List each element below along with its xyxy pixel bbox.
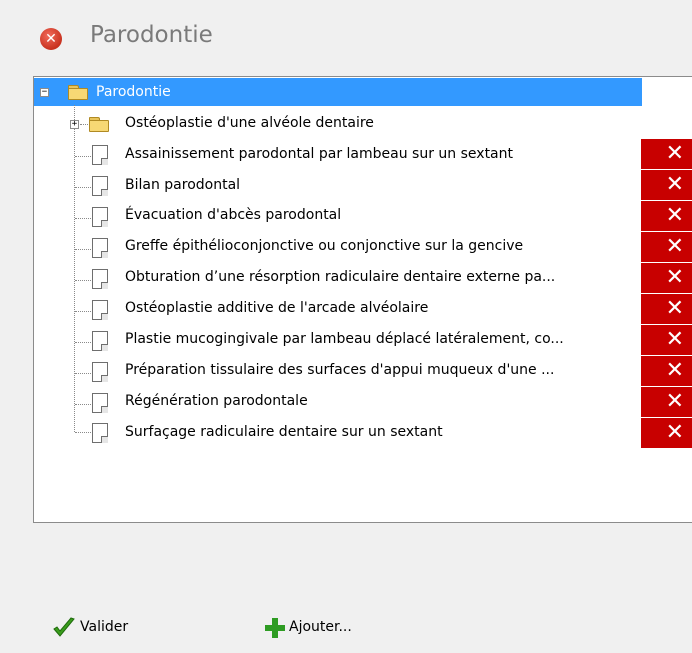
document-icon <box>92 269 108 289</box>
tree-connector-line <box>75 432 91 433</box>
tree-item-label[interactable]: Greffe épithélioconjonctive ou conjoncti… <box>125 238 523 254</box>
delete-icon[interactable]: ✕ <box>641 263 692 293</box>
folder-open-icon <box>68 85 88 100</box>
document-icon <box>92 362 108 382</box>
document-icon <box>92 145 108 165</box>
window-title: Parodontie <box>90 22 213 48</box>
tree-connector-line <box>75 280 91 281</box>
validate-label: Valider <box>80 619 129 635</box>
close-icon[interactable]: ✕ <box>40 28 62 50</box>
folder-icon <box>89 117 109 132</box>
tree-connector-line <box>75 187 91 188</box>
title-bar: ✕ Parodontie <box>0 0 692 76</box>
delete-icon[interactable]: ✕ <box>641 170 692 200</box>
delete-icon[interactable]: ✕ <box>641 232 692 262</box>
plus-icon <box>265 618 285 638</box>
tree-connector-line <box>75 249 91 250</box>
tree-folder-label[interactable]: Ostéoplastie d'une alvéole dentaire <box>125 115 374 131</box>
document-icon <box>92 300 108 320</box>
document-icon <box>92 331 108 351</box>
tree-connector-line <box>75 342 91 343</box>
delete-icon[interactable]: ✕ <box>641 387 692 417</box>
tree-view[interactable]: − Parodontie + Ostéoplastie d'une alvéol… <box>33 76 692 523</box>
delete-icon[interactable]: ✕ <box>641 201 692 231</box>
tree-connector-line <box>74 105 75 432</box>
tree-connector-line <box>80 124 88 125</box>
document-icon <box>92 176 108 196</box>
delete-icon[interactable]: ✕ <box>641 325 692 355</box>
checkmark-icon <box>53 617 75 637</box>
document-icon <box>92 238 108 258</box>
tree-item-label[interactable]: Assainissement parodontal par lambeau su… <box>125 146 513 162</box>
tree-item-label[interactable]: Obturation d’une résorption radiculaire … <box>125 269 555 285</box>
tree-root-label: Parodontie <box>96 84 171 100</box>
tree-item-label[interactable]: Évacuation d'abcès parodontal <box>125 207 341 223</box>
tree-item-label[interactable]: Ostéoplastie additive de l'arcade alvéol… <box>125 300 428 316</box>
delete-icon[interactable]: ✕ <box>641 294 692 324</box>
document-icon <box>92 393 108 413</box>
tree-connector-line <box>75 404 91 405</box>
tree-connector-line <box>75 156 91 157</box>
tree-root-row[interactable]: − Parodontie <box>34 78 642 106</box>
collapse-icon[interactable]: − <box>40 88 49 97</box>
tree-connector-line <box>75 373 91 374</box>
tree-connector-line <box>75 311 91 312</box>
document-icon <box>92 423 108 443</box>
expand-icon[interactable]: + <box>70 120 79 129</box>
add-label: Ajouter... <box>289 619 352 635</box>
tree-item-label[interactable]: Plastie mucogingivale par lambeau déplac… <box>125 331 564 347</box>
delete-icon[interactable]: ✕ <box>641 356 692 386</box>
delete-icon[interactable]: ✕ <box>641 139 692 169</box>
document-icon <box>92 207 108 227</box>
tree-item-label[interactable]: Préparation tissulaire des surfaces d'ap… <box>125 362 554 378</box>
tree-item-label[interactable]: Régénération parodontale <box>125 393 308 409</box>
tree-item-label[interactable]: Surfaçage radiculaire dentaire sur un se… <box>125 424 443 440</box>
delete-icon[interactable]: ✕ <box>641 418 692 448</box>
tree-connector-line <box>75 218 91 219</box>
tree-item-label[interactable]: Bilan parodontal <box>125 177 240 193</box>
